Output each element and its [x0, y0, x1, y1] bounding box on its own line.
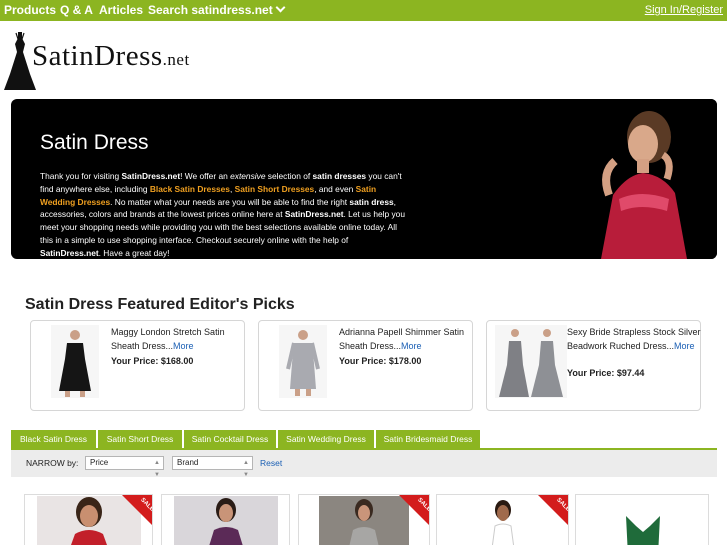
- price-value: $178.00: [388, 356, 422, 366]
- top-nav: Products Q & A Articles Search satindres…: [0, 0, 727, 21]
- product-card[interactable]: SALE: [298, 494, 430, 545]
- hero-text-bold: satin dress: [349, 196, 394, 207]
- product-thumbnail[interactable]: [279, 325, 327, 398]
- nav-search[interactable]: Search satindress.net: [148, 0, 286, 21]
- nav-search-label: Search satindress.net: [148, 3, 273, 17]
- pick-name[interactable]: Sexy Bride Strapless Stock Silver Beadwo…: [567, 325, 702, 353]
- hero-site-name: SatinDress.net: [121, 171, 181, 181]
- price-value: $97.44: [616, 368, 645, 378]
- brand-select[interactable]: Brand ▲ ▼: [172, 456, 253, 478]
- narrow-bar: NARROW by: Price ▲ ▼ Brand ▲ ▼ Reset: [11, 450, 717, 478]
- price-select-value: Price: [90, 458, 109, 467]
- price-label: Your Price:: [567, 368, 615, 378]
- hero-link-black-satin[interactable]: Black Satin Dresses: [150, 184, 230, 194]
- chevron-down-icon: [275, 2, 286, 13]
- featured-pick[interactable]: Sexy Bride Strapless Stock Silver Beadwo…: [486, 320, 701, 411]
- featured-pick[interactable]: Maggy London Stretch Satin Sheath Dress.…: [30, 320, 245, 411]
- hero-banner: Satin Dress Thank you for visiting Satin…: [11, 99, 717, 259]
- hero-text-part: selection of: [265, 171, 313, 181]
- product-image[interactable]: [319, 496, 409, 545]
- price-value: $168.00: [160, 356, 194, 366]
- hero-text: Thank you for visiting SatinDress.net! W…: [40, 170, 410, 259]
- featured-title: Satin Dress Featured Editor's Picks: [25, 296, 295, 313]
- more-link[interactable]: More: [401, 341, 422, 351]
- pick-price: Your Price: $168.00: [111, 356, 193, 366]
- sale-badge: SALE: [537, 495, 568, 526]
- hero-site-name: SatinDress.net: [40, 247, 99, 258]
- tab-satin-short-dress[interactable]: Satin Short Dress: [98, 430, 183, 448]
- product-card[interactable]: [161, 494, 290, 545]
- product-image[interactable]: [457, 496, 549, 545]
- hero-text-part: , and even: [314, 183, 356, 194]
- tab-satin-bridesmaid-dress[interactable]: Satin Bridesmaid Dress: [376, 430, 481, 448]
- featured-pick[interactable]: Adrianna Papell Shimmer Satin Sheath Dre…: [258, 320, 473, 411]
- pick-name[interactable]: Maggy London Stretch Satin Sheath Dress.…: [111, 325, 239, 353]
- tab-black-satin-dress[interactable]: Black Satin Dress: [11, 430, 97, 448]
- product-image[interactable]: [174, 496, 278, 545]
- tab-satin-cocktail-dress[interactable]: Satin Cocktail Dress: [184, 430, 277, 448]
- hero-link-satin-short[interactable]: Satin Short Dresses: [235, 184, 315, 194]
- reset-link[interactable]: Reset: [260, 458, 282, 468]
- signin-link[interactable]: Sign In/Register: [645, 0, 723, 21]
- product-card[interactable]: SALE: [436, 494, 569, 545]
- product-thumbnail[interactable]: [495, 325, 567, 398]
- hero-text-emphasis: extensive: [230, 171, 266, 181]
- hero-text-part: ! We offer an: [180, 171, 231, 181]
- logo-main: SatinDress: [32, 40, 163, 72]
- nav-articles[interactable]: Articles: [99, 0, 143, 21]
- sale-badge: SALE: [121, 495, 152, 526]
- product-card[interactable]: [575, 494, 709, 545]
- logo-suffix: .net: [162, 50, 190, 69]
- price-select[interactable]: Price ▲ ▼: [85, 456, 164, 478]
- hero-title: Satin Dress: [40, 131, 149, 154]
- nav-qa[interactable]: Q & A: [60, 0, 93, 21]
- hero-text-part: Thank you for visiting: [40, 171, 122, 181]
- select-arrow-icon: ▲ ▼: [243, 460, 249, 478]
- price-label: Your Price:: [111, 356, 159, 366]
- sale-badge: SALE: [398, 495, 429, 526]
- select-arrow-icon: ▲ ▼: [154, 460, 160, 478]
- product-image[interactable]: [596, 496, 690, 545]
- tab-satin-wedding-dress[interactable]: Satin Wedding Dress: [278, 430, 375, 448]
- pick-name-text: Maggy London Stretch Satin Sheath Dress.…: [111, 327, 225, 351]
- brand-select-value: Brand: [177, 458, 199, 467]
- nav-products[interactable]: Products: [4, 0, 56, 21]
- pick-name[interactable]: Adrianna Papell Shimmer Satin Sheath Dre…: [339, 325, 467, 353]
- more-link[interactable]: More: [173, 341, 194, 351]
- hero-model-image: [571, 99, 717, 259]
- hero-text-part: . No matter what your needs are you will…: [110, 196, 350, 207]
- price-label: Your Price:: [339, 356, 387, 366]
- product-thumbnail[interactable]: [51, 325, 99, 398]
- product-card[interactable]: SALE: [24, 494, 153, 545]
- pick-price: Your Price: $178.00: [339, 356, 421, 366]
- hero-text-bold: satin dresses: [312, 171, 367, 181]
- site-logo[interactable]: SatinDress.net: [2, 30, 202, 92]
- pick-price: Your Price: $97.44: [567, 368, 644, 378]
- hero-text-part: . Have a great day!: [98, 247, 170, 258]
- hero-site-name: SatinDress.net: [284, 209, 344, 220]
- logo-wordmark: SatinDress.net: [32, 40, 190, 73]
- narrow-label: NARROW by:: [26, 458, 79, 468]
- more-link[interactable]: More: [674, 341, 695, 351]
